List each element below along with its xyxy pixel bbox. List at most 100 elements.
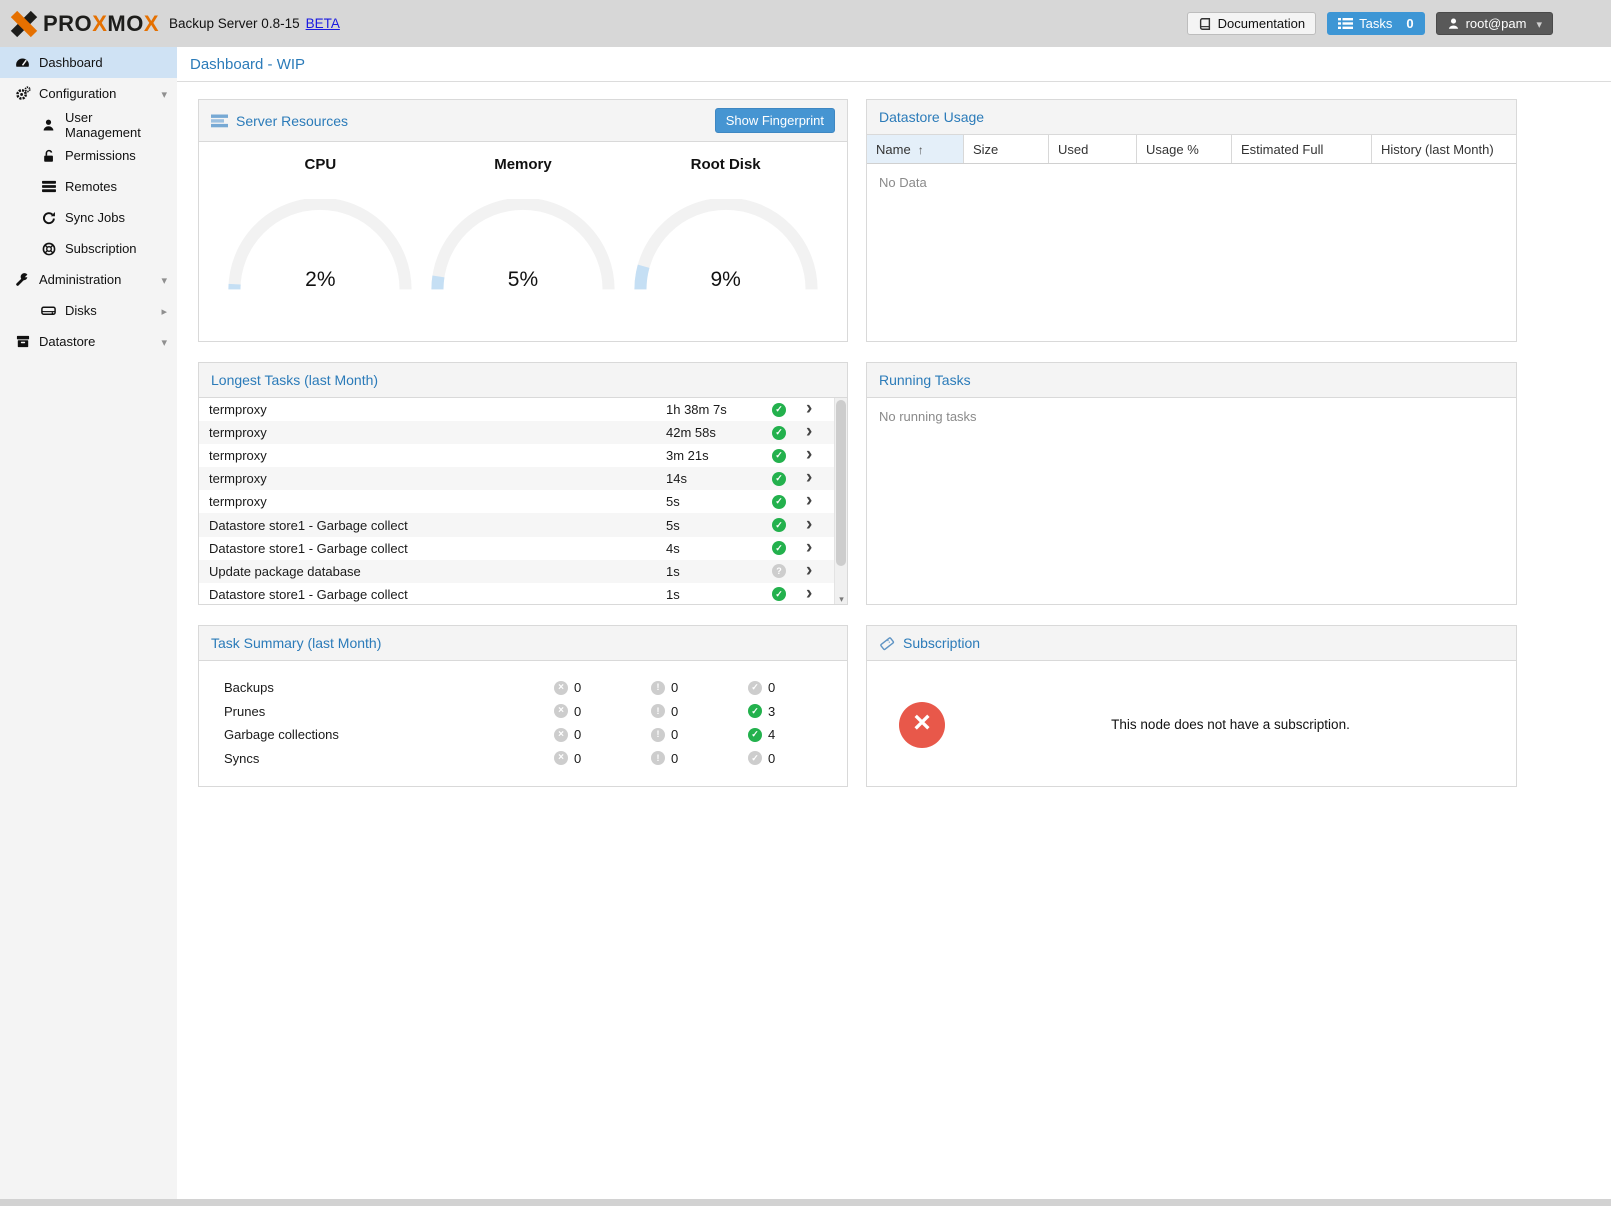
- status-ok-icon: [772, 403, 786, 417]
- show-fingerprint-button[interactable]: Show Fingerprint: [715, 108, 835, 133]
- task-row[interactable]: termproxy 14s: [199, 467, 834, 490]
- no-subscription-icon: [899, 702, 945, 748]
- datastore-usage-column-headers: Name Size Used Usage % Estimated Full Hi…: [867, 135, 1516, 164]
- sidebar-item-disks[interactable]: Disks: [0, 295, 177, 326]
- chevron-down-icon: [1532, 16, 1542, 31]
- task-row[interactable]: Datastore store1 - Garbage collect 5s: [199, 513, 834, 536]
- column-header-name[interactable]: Name: [867, 135, 964, 163]
- subscription-header: Subscription: [867, 626, 1516, 661]
- tasks-count-badge: 0: [1406, 16, 1413, 31]
- unlock-icon: [40, 149, 57, 163]
- caret-right-icon[interactable]: [161, 303, 167, 318]
- running-tasks-panel: Running Tasks No running tasks: [866, 362, 1517, 605]
- sidebar-item-datastore[interactable]: Datastore: [0, 326, 177, 357]
- app-header: PROXMOX Backup Server 0.8-15 BETA Docume…: [0, 0, 1611, 47]
- ok-count-icon: [748, 751, 762, 765]
- user-menu-button[interactable]: root@pam: [1436, 12, 1553, 35]
- task-row[interactable]: Datastore store1 - Garbage collect 4s: [199, 537, 834, 560]
- task-row[interactable]: Update package database 1s: [199, 560, 834, 583]
- ok-count-icon: [748, 681, 762, 695]
- chevron-right-icon[interactable]: [806, 541, 812, 556]
- sidebar-item-remotes[interactable]: Remotes: [0, 171, 177, 202]
- task-row[interactable]: termproxy 3m 21s: [199, 444, 834, 467]
- bottom-border-strip: [0, 1199, 1611, 1206]
- beta-link[interactable]: BETA: [306, 16, 340, 31]
- cpu-gauge: CPU 2%: [227, 156, 413, 342]
- chevron-right-icon[interactable]: [806, 425, 812, 440]
- header-actions: Documentation Tasks 0 root@pam: [1187, 12, 1553, 35]
- sidebar: Dashboard Configuration User Management: [0, 47, 177, 1199]
- summary-row-syncs: Syncs 0 0 0: [199, 747, 847, 771]
- column-header-history[interactable]: History (last Month): [1372, 135, 1516, 163]
- longest-tasks-panel: Longest Tasks (last Month) termproxy 1h …: [198, 362, 848, 605]
- status-ok-icon: [772, 449, 786, 463]
- longest-tasks-header: Longest Tasks (last Month): [199, 363, 847, 398]
- status-ok-icon: [772, 495, 786, 509]
- user-icon: [40, 118, 57, 132]
- warning-count-icon: [651, 704, 665, 718]
- task-summary-panel: Task Summary (last Month) Backups 0 0 0 …: [198, 625, 848, 787]
- server-stack-icon: [40, 180, 57, 193]
- sidebar-item-configuration[interactable]: Configuration: [0, 78, 177, 109]
- sidebar-item-sync-jobs[interactable]: Sync Jobs: [0, 202, 177, 233]
- brand-wordmark: PROXMOX: [43, 13, 159, 35]
- column-header-size[interactable]: Size: [964, 135, 1049, 163]
- page-title: Dashboard - WIP: [177, 47, 1611, 82]
- sidebar-item-permissions[interactable]: Permissions: [0, 140, 177, 171]
- task-row[interactable]: termproxy 42m 58s: [199, 421, 834, 444]
- documentation-button[interactable]: Documentation: [1187, 12, 1316, 35]
- tasks-button[interactable]: Tasks 0: [1327, 12, 1424, 35]
- main-area: Dashboard - WIP Server Resources Show Fi…: [177, 47, 1611, 1199]
- chevron-right-icon[interactable]: [806, 518, 812, 533]
- error-count-icon: [554, 728, 568, 742]
- datastore-usage-panel: Datastore Usage Name Size Used Usage % E…: [866, 99, 1517, 342]
- chevron-right-icon[interactable]: [806, 564, 812, 579]
- task-row[interactable]: Datastore store1 - Garbage collect 1s: [199, 583, 834, 605]
- running-tasks-header: Running Tasks: [867, 363, 1516, 398]
- scrollbar-down-arrow[interactable]: [835, 592, 848, 605]
- task-list-icon: [1338, 17, 1353, 30]
- user-icon: [1447, 17, 1460, 30]
- scrollbar-thumb[interactable]: [836, 400, 846, 566]
- life-ring-icon: [40, 242, 57, 256]
- warning-count-icon: [651, 728, 665, 742]
- refresh-icon: [40, 211, 57, 225]
- vertical-scrollbar[interactable]: [834, 398, 847, 605]
- error-count-icon: [554, 681, 568, 695]
- book-icon: [1198, 17, 1212, 31]
- status-ok-icon: [772, 426, 786, 440]
- task-row[interactable]: termproxy 1h 38m 7s: [199, 398, 834, 421]
- sidebar-item-administration[interactable]: Administration: [0, 264, 177, 295]
- subscription-panel: Subscription This node does not have a s…: [866, 625, 1517, 787]
- chevron-right-icon[interactable]: [806, 448, 812, 463]
- server-resources-header: Server Resources Show Fingerprint: [199, 100, 847, 142]
- sidebar-item-dashboard[interactable]: Dashboard: [0, 47, 177, 78]
- sidebar-item-subscription[interactable]: Subscription: [0, 233, 177, 264]
- task-summary-body: Backups 0 0 0 Prunes 0 0 3 Garbage colle…: [199, 661, 847, 787]
- ok-count-icon: [748, 704, 762, 718]
- tachometer-icon: [14, 55, 31, 70]
- wrench-icon: [14, 272, 31, 287]
- column-header-usage-pct[interactable]: Usage %: [1137, 135, 1232, 163]
- subscription-body: This node does not have a subscription.: [867, 661, 1516, 787]
- datastore-usage-empty-text: No Data: [867, 164, 1516, 201]
- server-resources-panel: Server Resources Show Fingerprint CPU 2%: [198, 99, 848, 342]
- task-row[interactable]: termproxy 5s: [199, 490, 834, 513]
- chevron-right-icon[interactable]: [806, 587, 812, 602]
- proxmox-logo: PROXMOX: [9, 9, 159, 39]
- chevron-right-icon[interactable]: [806, 402, 812, 417]
- root-disk-gauge: Root Disk 9%: [633, 156, 819, 342]
- error-count-icon: [554, 704, 568, 718]
- caret-down-icon[interactable]: [161, 272, 167, 287]
- longest-tasks-list: termproxy 1h 38m 7s termproxy 42m 58s te…: [199, 398, 847, 605]
- caret-down-icon[interactable]: [161, 334, 167, 349]
- caret-down-icon[interactable]: [161, 86, 167, 101]
- chevron-right-icon[interactable]: [806, 471, 812, 486]
- summary-row-backups: Backups 0 0 0: [199, 676, 847, 700]
- status-ok-icon: [772, 587, 786, 601]
- chevron-right-icon[interactable]: [806, 494, 812, 509]
- column-header-estimated-full[interactable]: Estimated Full: [1232, 135, 1372, 163]
- sidebar-item-user-management[interactable]: User Management: [0, 109, 177, 140]
- column-header-used[interactable]: Used: [1049, 135, 1137, 163]
- task-summary-header: Task Summary (last Month): [199, 626, 847, 661]
